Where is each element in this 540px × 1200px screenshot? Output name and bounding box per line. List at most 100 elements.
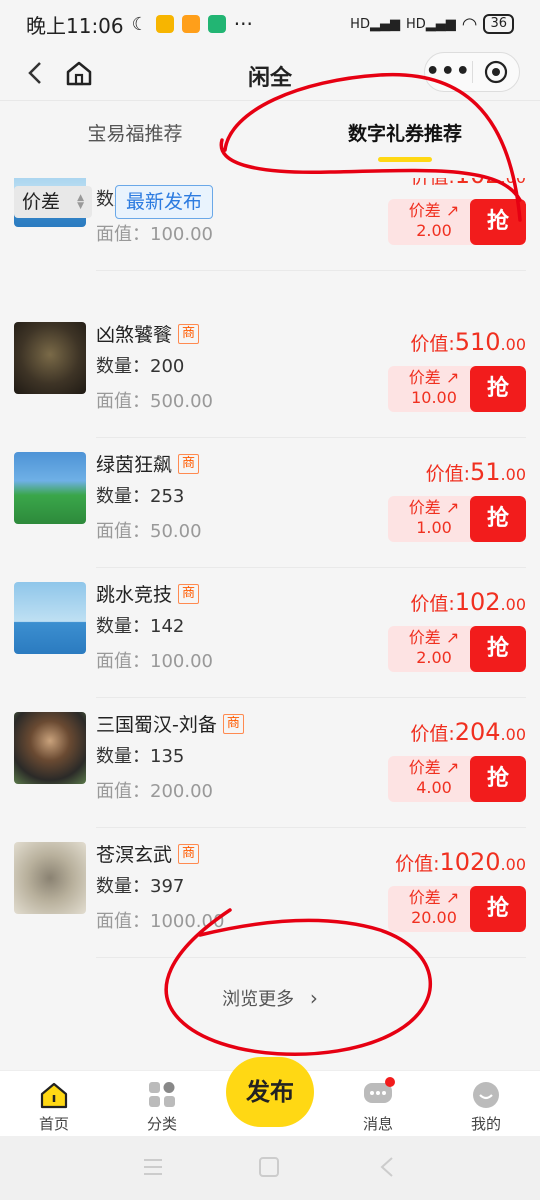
product-name: 跳水竞技: [96, 584, 173, 606]
price: 价值:510.00: [410, 328, 526, 356]
status-bar: 晚上11:06 ☾ ··· HD▂▄▆ HD▂▄▆ ◠ 36: [0, 0, 540, 48]
battery-icon: 36: [483, 14, 514, 34]
price-diff-box: 价差 ↗ 4.00 抢: [388, 756, 526, 802]
grab-button[interactable]: 抢: [470, 626, 526, 672]
grab-button[interactable]: 抢: [470, 756, 526, 802]
price-diff: 价差 ↗ 10.00: [408, 368, 460, 407]
product-thumbnail: [14, 322, 86, 394]
status-time: 晚上11:06: [26, 13, 124, 38]
shield-icon: [207, 15, 226, 33]
tab-category[interactable]: 分类: [122, 1081, 202, 1134]
home-icon: [39, 1081, 69, 1109]
arrow-up-right-icon: ↗: [445, 498, 460, 517]
mini-program-capsule: •••: [424, 52, 520, 92]
tab-digital-coupons[interactable]: 数字礼券推荐: [270, 101, 540, 167]
app-notification-icon: [181, 15, 200, 33]
merchant-tag: 商: [178, 843, 200, 864]
tab-baoyifu[interactable]: 宝易福推荐: [0, 101, 270, 167]
tab-messages[interactable]: 消息: [338, 1077, 418, 1134]
app-notification-icon: [155, 15, 174, 33]
face-value: 面值：100.00: [96, 651, 213, 672]
quantity: 数量：253: [96, 486, 185, 507]
price-diff-box: 价差 ↗ 20.00 抢: [388, 886, 526, 932]
sort-arrows-icon: ▲ ▼: [77, 193, 84, 211]
arrow-up-right-icon: ↗: [445, 368, 460, 387]
close-mini-program-icon[interactable]: [472, 60, 519, 84]
product-thumbnail: [14, 582, 86, 654]
back-nav-icon[interactable]: [380, 1157, 393, 1177]
arrow-up-right-icon: ↗: [445, 888, 460, 907]
price: 价值:204.00: [410, 718, 526, 746]
price-diff-box: 价差 ↗ 10.00 抢: [388, 366, 526, 412]
signal-icon: HD▂▄▆: [350, 16, 400, 32]
product-thumbnail: [14, 842, 86, 914]
sort-bar: 价差 ▲ ▼ 最新发布: [0, 180, 540, 224]
home-nav-icon[interactable]: [259, 1157, 279, 1177]
quantity: 数量：142: [96, 616, 185, 637]
chevron-right-icon: ›: [309, 986, 318, 1010]
price-diff: 价差 ↗ 1.00: [408, 498, 460, 537]
quantity: 数量：397: [96, 876, 185, 897]
active-tab-indicator: [378, 157, 432, 162]
merchant-tag: 商: [178, 453, 200, 474]
price-diff: 价差 ↗ 20.00: [408, 888, 460, 927]
merchant-tag: 商: [178, 323, 200, 344]
product-list[interactable]: 数量：189 面值：100.00 价值:102.00 价差 ↗2.00 抢 凶煞…: [0, 178, 540, 1058]
merchant-tag: 商: [222, 713, 244, 734]
tab-mine[interactable]: 我的: [446, 1081, 526, 1134]
product-name: 苍溟玄武: [96, 844, 173, 866]
face-value: 面值：200.00: [96, 781, 213, 802]
moon-icon: ☾: [131, 13, 148, 35]
publish-button[interactable]: 发布: [226, 1057, 314, 1127]
message-icon: [363, 1077, 395, 1109]
product-name: 凶煞饕餮: [96, 324, 173, 346]
signal-icon: HD▂▄▆: [405, 16, 456, 32]
divider: [96, 270, 526, 271]
sort-by-newest[interactable]: 最新发布: [115, 185, 214, 219]
wifi-icon: ◠: [461, 13, 478, 35]
divider: [96, 957, 526, 958]
price-diff-box: 价差 ↗ 2.00 抢: [388, 626, 526, 672]
list-item[interactable]: 三国蜀汉-刘备商 数量：135 面值：200.00 价值:204.00 价差 ↗…: [0, 698, 540, 828]
grab-button[interactable]: 抢: [470, 366, 526, 412]
price: 价值:1020.00: [395, 848, 526, 876]
grid-icon: [147, 1081, 177, 1109]
list-item[interactable]: 苍溟玄武商 数量：397 面值：1000.00 价值:1020.00 价差 ↗ 2…: [0, 828, 540, 958]
product-thumbnail: [14, 452, 86, 524]
more-icon[interactable]: •••: [425, 61, 472, 83]
price-diff-box: 价差 ↗ 1.00 抢: [388, 496, 526, 542]
merchant-tag: 商: [178, 583, 200, 604]
tab-label: 宝易福推荐: [87, 123, 183, 145]
unread-badge: [385, 1077, 395, 1087]
face-value: 面值：50.00: [96, 521, 202, 542]
list-item[interactable]: 跳水竞技商 数量：142 面值：100.00 价值:102.00 价差 ↗ 2.0…: [0, 568, 540, 698]
bottom-tab-bar: 首页 分类 发布 消息 我的: [0, 1057, 540, 1136]
list-item[interactable]: 绿茵狂飙商 数量：253 面值：50.00 价值:51.00 价差 ↗ 1.00 …: [0, 438, 540, 568]
price: 价值:102.00: [410, 588, 526, 616]
navigation-bar: 闲全 •••: [0, 48, 540, 100]
system-navigation-bar: [0, 1136, 540, 1200]
sort-by-price-diff[interactable]: 价差 ▲ ▼: [14, 186, 92, 218]
price: 价值:51.00: [425, 458, 526, 486]
product-name: 三国蜀汉-刘备: [96, 714, 217, 736]
price-diff: 价差 ↗ 4.00: [408, 758, 460, 797]
product-name: 绿茵狂飙: [96, 454, 173, 476]
profile-icon: [471, 1081, 501, 1109]
list-item[interactable]: 凶煞饕餮商 数量：200 面值：500.00 价值:510.00 价差 ↗ 10.…: [0, 308, 540, 438]
quantity: 数量：135: [96, 746, 185, 767]
more-notifications-icon: ···: [233, 12, 253, 36]
face-value: 面值：500.00: [96, 391, 213, 412]
quantity: 数量：200: [96, 356, 185, 377]
menu-icon[interactable]: [144, 1159, 162, 1175]
recommend-tabs: 宝易福推荐 数字礼券推荐: [0, 101, 540, 167]
arrow-up-right-icon: ↗: [445, 628, 460, 647]
face-value: 面值：1000.00: [96, 911, 225, 932]
arrow-up-right-icon: ↗: [445, 758, 460, 777]
browse-more-link[interactable]: 浏览更多 ›: [0, 985, 540, 1011]
product-thumbnail: [14, 712, 86, 784]
grab-button[interactable]: 抢: [470, 886, 526, 932]
tab-label: 数字礼券推荐: [347, 123, 462, 145]
tab-home[interactable]: 首页: [14, 1081, 94, 1134]
price-diff: 价差 ↗ 2.00: [408, 628, 460, 667]
grab-button[interactable]: 抢: [470, 496, 526, 542]
